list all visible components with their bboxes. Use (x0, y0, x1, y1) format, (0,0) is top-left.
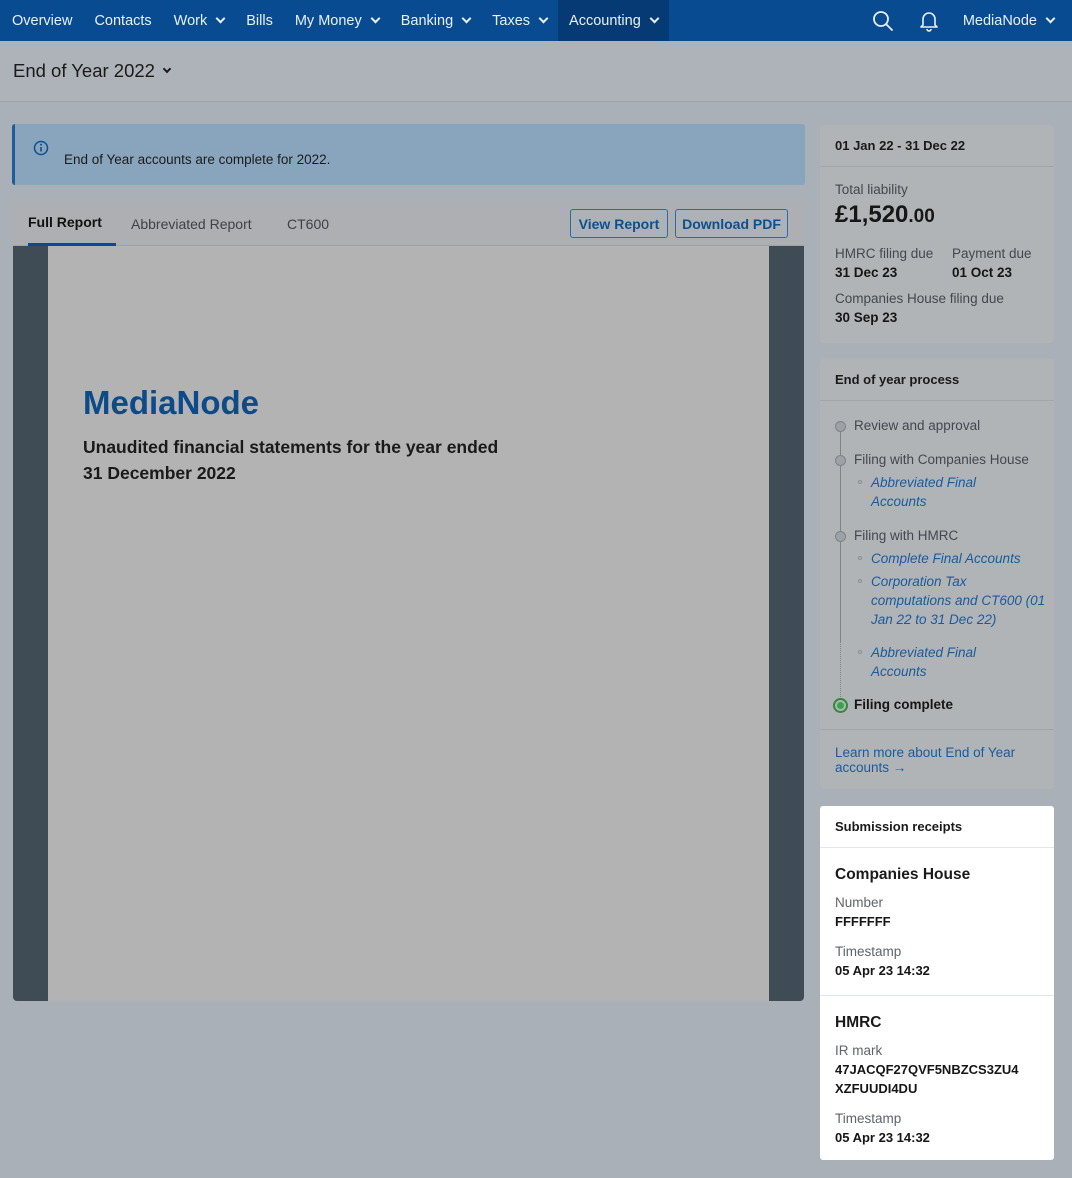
receipt-timestamp-value: 05 Apr 23 14:32 (835, 1130, 930, 1145)
receipt-timestamp-value: 05 Apr 23 14:32 (835, 963, 930, 978)
document-company-name: MediaNode (83, 384, 260, 421)
nav-accounting[interactable]: Accounting (558, 0, 669, 41)
report-tabs: Full Report Abbreviated Report CT600 Vie… (13, 201, 804, 246)
nav-label: Bills (246, 12, 273, 29)
chevron-down-icon (538, 13, 549, 24)
payment-due-label: Payment due (952, 246, 1032, 261)
liability-summary-card: 01 Jan 22 - 31 Dec 22 Total liability £1… (820, 125, 1054, 343)
nav-label: Accounting (569, 12, 641, 29)
nav-label: Work (173, 12, 208, 29)
banner-message: End of Year accounts are complete for 20… (64, 152, 331, 167)
bullet (858, 480, 862, 484)
chevron-down-icon[interactable] (162, 64, 172, 74)
ch-due-value: 30 Sep 23 (835, 310, 898, 325)
step-hmrc: Filing with HMRC (854, 528, 959, 543)
receipt-timestamp-label: Timestamp (835, 944, 902, 959)
receipt-number-value: FFFFFFF (835, 914, 891, 929)
chevron-down-icon (461, 13, 472, 24)
step-companies-house: Filing with Companies House (854, 452, 1029, 467)
bullet (858, 579, 862, 583)
top-navigation: Overview Contacts Work Bills My Money Ba… (0, 0, 1072, 41)
tab-abbreviated-report[interactable]: Abbreviated Report (131, 201, 252, 246)
nav-contacts[interactable]: Contacts (83, 0, 162, 41)
document-subtitle: Unaudited financial statements for the y… (83, 437, 499, 483)
nav-overview[interactable]: Overview (0, 0, 83, 41)
view-report-button[interactable]: View Report (570, 209, 668, 238)
period-label: 01 Jan 22 - 31 Dec 22 (820, 125, 1054, 167)
payment-due-value: 01 Oct 23 (952, 265, 1013, 280)
nav-label: Taxes (492, 12, 531, 29)
bullet (858, 556, 862, 560)
chevron-down-icon (649, 13, 660, 24)
chevron-down-icon (370, 13, 381, 24)
hmrc-due-label: HMRC filing due (835, 246, 934, 261)
info-icon (33, 140, 49, 161)
download-pdf-button[interactable]: Download PDF (675, 209, 788, 238)
receipt-ir-mark-line1: 47JACQF27QVF5NBZCS3ZU4 (835, 1062, 1019, 1077)
tab-ct600[interactable]: CT600 (287, 201, 329, 246)
step-dot (835, 531, 846, 542)
nav-bills[interactable]: Bills (235, 0, 284, 41)
receipt-timestamp-label: Timestamp (835, 1111, 902, 1126)
nav-label: Contacts (94, 12, 152, 29)
nav-my-money[interactable]: My Money (284, 0, 390, 41)
divider (820, 995, 1054, 996)
step-dot (835, 421, 846, 432)
nav-taxes[interactable]: Taxes (481, 0, 558, 41)
search-icon[interactable] (860, 0, 906, 41)
info-banner: End of Year accounts are complete for 20… (12, 124, 805, 185)
step-filing-complete: Filing complete (854, 697, 954, 712)
chevron-down-icon (1045, 13, 1056, 24)
document-page: MediaNode Unaudited financial statements… (48, 246, 769, 1001)
nav-label: Overview (12, 12, 73, 29)
check-circle-icon (833, 698, 848, 713)
nav-right: MediaNode (860, 0, 1072, 41)
receipts-title: Submission receipts (820, 806, 1054, 848)
end-of-year-process-card: End of year process Review and approval … (820, 359, 1054, 789)
tab-label: Full Report (28, 214, 102, 230)
report-panel: Full Report Abbreviated Report CT600 Vie… (13, 201, 804, 1001)
hmrc-due-value: 31 Dec 23 (835, 265, 898, 280)
document-viewer[interactable]: MediaNode Unaudited financial statements… (13, 246, 804, 1001)
bullet (858, 650, 862, 654)
link-complete-final-accounts[interactable]: Complete Final Accounts (871, 549, 1046, 568)
receipt-ir-mark-label: IR mark (835, 1043, 883, 1058)
tab-label: CT600 (287, 215, 330, 232)
link-ch-abbreviated-accounts[interactable]: Abbreviated Final Accounts (871, 473, 1006, 511)
process-title: End of year process (820, 359, 1054, 401)
nav-banking[interactable]: Banking (390, 0, 481, 41)
page-header: End of Year 2022 (0, 41, 1072, 102)
receipt-hmrc-title: HMRC (835, 1014, 882, 1031)
nav-work[interactable]: Work (163, 0, 236, 41)
nav-label: My Money (294, 12, 362, 29)
page-title[interactable]: End of Year 2022 (13, 60, 155, 82)
ch-due-label: Companies House filing due (835, 291, 1004, 306)
account-name: MediaNode (962, 12, 1037, 29)
chevron-down-icon (215, 13, 226, 24)
link-hmrc-abbreviated-accounts[interactable]: Abbreviated Final Accounts (871, 643, 1006, 681)
learn-more-link[interactable]: Learn more about End of Year accounts → (835, 745, 1035, 775)
step-dot (835, 455, 846, 466)
submission-receipts-card: Submission receipts Companies House Numb… (820, 806, 1054, 1160)
tab-full-report[interactable]: Full Report (28, 201, 116, 246)
link-corporation-tax-ct600[interactable]: Corporation Tax computations and CT600 (… (871, 572, 1046, 629)
receipt-companies-house-title: Companies House (835, 866, 971, 883)
tab-label: Abbreviated Report (131, 215, 252, 232)
liability-pence: .00 (908, 206, 935, 227)
process-line-dotted (840, 641, 841, 697)
receipt-ir-mark-line2: XZFUUDI4DU (835, 1081, 918, 1096)
nav-label: Banking (400, 12, 454, 29)
bell-icon[interactable] (906, 0, 952, 41)
step-review: Review and approval (854, 418, 981, 433)
total-liability-label: Total liability (835, 182, 908, 197)
liability-amount: £1,520 (835, 201, 909, 228)
divider (820, 729, 1054, 730)
total-liability-value: £1,520.00 (835, 201, 935, 229)
account-menu[interactable]: MediaNode (952, 0, 1072, 41)
receipt-number-label: Number (835, 895, 884, 910)
